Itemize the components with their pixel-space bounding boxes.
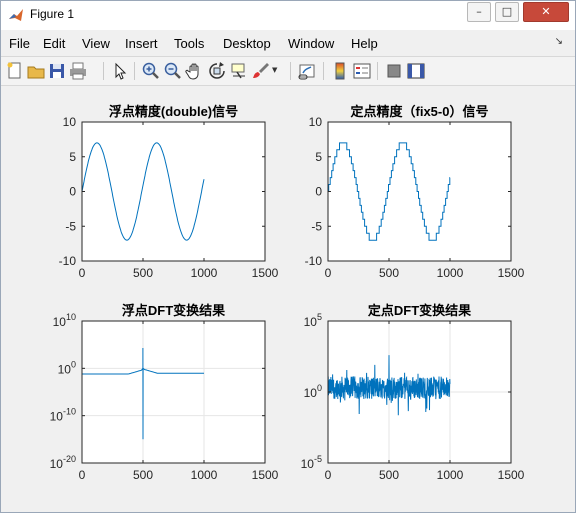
matlab-logo-icon	[9, 9, 23, 21]
toolbar-separator	[323, 62, 324, 80]
open-file-icon[interactable]	[26, 61, 46, 81]
y-tick-label: -10	[59, 254, 77, 268]
data-cursor-icon[interactable]	[229, 61, 249, 81]
zoom-in-icon[interactable]	[141, 61, 161, 81]
link-plot-icon[interactable]	[297, 61, 317, 81]
x-tick-label: 500	[379, 266, 399, 280]
axes-background	[82, 122, 265, 261]
axes-title: 浮点DFT变换结果	[122, 303, 225, 318]
y-tick-label: -5	[65, 219, 76, 233]
menu-tools[interactable]: Tools	[174, 36, 204, 51]
menu-view[interactable]: View	[82, 36, 110, 51]
y-tick-label: 10-10	[50, 407, 76, 424]
save-icon[interactable]	[47, 61, 67, 81]
menu-window[interactable]: Window	[288, 36, 334, 51]
menu-desktop[interactable]: Desktop	[223, 36, 271, 51]
pan-hand-icon[interactable]	[185, 61, 205, 81]
maximize-button[interactable]: □	[495, 2, 519, 22]
y-tick-label: 10	[309, 115, 323, 129]
y-tick-label: 1010	[53, 312, 76, 329]
menu-bar: File Edit View Insert Tools Desktop Wind…	[1, 33, 575, 53]
toolbar-separator	[134, 62, 135, 80]
menu-dock-arrow-icon[interactable]: ↘	[555, 36, 563, 47]
brush-dropdown-arrow-icon[interactable]: ▼	[272, 66, 277, 74]
axes-title: 定点精度（fix5-0）信号	[350, 104, 489, 119]
y-tick-label: 105	[304, 312, 322, 329]
menu-edit[interactable]: Edit	[43, 36, 65, 51]
menu-help[interactable]: Help	[351, 36, 378, 51]
plots-svg: 0 500 1000 15001050-5-10浮点精度(double)信号0 500 1…	[50, 104, 525, 482]
y-tick-label: 0	[315, 185, 322, 199]
axes-background	[82, 321, 265, 463]
x-tick-label: 1500	[498, 468, 525, 482]
x-tick-label: 1000	[437, 266, 464, 280]
new-figure-icon[interactable]	[5, 61, 25, 81]
print-icon[interactable]	[68, 61, 88, 81]
x-tick-label: 0	[79, 266, 86, 280]
toolbar-separator	[377, 62, 378, 80]
y-tick-label: -5	[311, 219, 322, 233]
axes-background	[328, 122, 511, 261]
axes-title: 浮点精度(double)信号	[109, 104, 238, 119]
y-tick-label: 5	[69, 150, 76, 164]
y-tick-label: 0	[69, 185, 76, 199]
minimize-button[interactable]: –	[467, 2, 491, 22]
axes-title: 定点DFT变换结果	[367, 303, 471, 318]
menu-insert[interactable]: Insert	[125, 36, 158, 51]
figure-window: Figure 1 – □ ✕ File Edit View Insert Too…	[0, 0, 576, 513]
toolbar-separator	[103, 62, 104, 80]
x-tick-label: 1000	[191, 266, 218, 280]
x-tick-label: 0	[325, 468, 332, 482]
figure-toolbar: ▼	[1, 56, 575, 86]
y-tick-label: 10-5	[301, 454, 322, 471]
x-tick-label: 1000	[191, 468, 218, 482]
legend-icon[interactable]	[352, 61, 372, 81]
x-tick-label: 500	[133, 266, 153, 280]
x-tick-label: 1000	[437, 468, 464, 482]
x-tick-label: 500	[379, 468, 399, 482]
window-title: Figure 1	[30, 7, 75, 21]
figure-canvas: 0 500 1000 1500 10 5 0 -5 -10 浮点精度(double)信号 0 500 1…	[9, 88, 567, 506]
edit-plot-arrow-icon[interactable]	[110, 61, 130, 81]
y-tick-label: 100	[304, 383, 322, 400]
x-tick-label: 0	[325, 266, 332, 280]
colorbar-icon[interactable]	[330, 61, 350, 81]
close-button[interactable]: ✕	[523, 2, 569, 22]
y-tick-label: 10	[63, 115, 77, 129]
y-tick-label: 10-20	[50, 454, 76, 471]
y-tick-label: 100	[58, 359, 76, 376]
y-tick-label: 5	[315, 150, 322, 164]
zoom-out-icon[interactable]	[163, 61, 183, 81]
menu-file[interactable]: File	[9, 36, 30, 51]
brush-icon[interactable]	[251, 61, 271, 81]
toolbar-separator	[290, 62, 291, 80]
x-tick-label: 1500	[252, 468, 279, 482]
title-bar[interactable]: Figure 1 – □ ✕	[1, 1, 575, 30]
x-tick-label: 0	[79, 468, 86, 482]
hide-plot-tools-icon[interactable]	[384, 61, 404, 81]
x-tick-label: 1500	[498, 266, 525, 280]
x-tick-label: 500	[133, 468, 153, 482]
x-tick-label: 1500	[252, 266, 279, 280]
y-tick-label: -10	[305, 254, 323, 268]
rotate-3d-icon[interactable]	[207, 61, 227, 81]
show-plot-tools-icon[interactable]	[406, 61, 426, 81]
